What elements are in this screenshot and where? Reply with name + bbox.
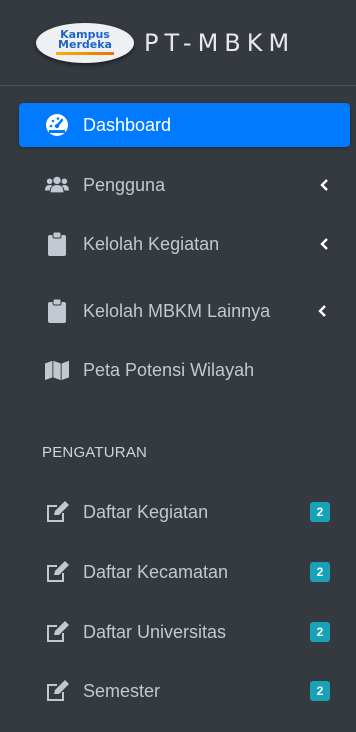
nav-item-pengguna[interactable]: Pengguna bbox=[19, 163, 350, 207]
nav-label-pengguna: Pengguna bbox=[83, 174, 166, 195]
nav-item-daftar-kegiatan[interactable]: Daftar Kegiatan 2 bbox=[19, 490, 350, 534]
edit-icon bbox=[45, 500, 69, 524]
nav-label-kelolah-mbkm: Kelolah MBKM Lainnya bbox=[83, 300, 271, 321]
count-badge: 2 bbox=[310, 622, 330, 642]
users-icon bbox=[45, 173, 69, 197]
nav-item-dashboard[interactable]: Dashboard bbox=[19, 103, 350, 147]
chevron-left-icon bbox=[318, 305, 326, 317]
count-badge: 2 bbox=[310, 562, 330, 582]
nav-item-daftar-universitas[interactable]: Daftar Universitas 2 bbox=[19, 610, 350, 654]
nav-item-peta-potensi[interactable]: Peta Potensi Wilayah bbox=[19, 348, 350, 392]
brand-link[interactable]: Kampus Merdeka PT-MBKM bbox=[0, 0, 356, 86]
count-badge: 2 bbox=[310, 502, 330, 522]
count-badge: 2 bbox=[310, 681, 330, 701]
edit-icon bbox=[45, 620, 69, 644]
sidebar: Kampus Merdeka PT-MBKM Dashboard Penggun… bbox=[0, 0, 356, 732]
nav-label-semester: Semester bbox=[83, 680, 161, 701]
clipboard-icon bbox=[45, 232, 69, 256]
edit-icon bbox=[45, 679, 69, 703]
chevron-left-icon bbox=[320, 179, 328, 191]
chevron-left-icon bbox=[320, 238, 328, 250]
nav-item-kelolah-mbkm[interactable]: Kelolah MBKM Lainnya bbox=[19, 289, 350, 333]
nav-label-dashboard: Dashboard bbox=[83, 114, 172, 135]
nav-label-daftar-universitas: Daftar Universitas bbox=[83, 621, 227, 642]
nav-label-kelolah-kegiatan: Kelolah Kegiatan bbox=[83, 233, 220, 254]
nav-item-daftar-kecamatan[interactable]: Daftar Kecamatan 2 bbox=[19, 550, 350, 594]
tachometer-icon bbox=[45, 113, 69, 137]
map-icon bbox=[45, 358, 69, 382]
logo-line2: Merdeka bbox=[58, 38, 112, 51]
nav-label-daftar-kecamatan: Daftar Kecamatan bbox=[83, 561, 229, 582]
nav-item-kelolah-kegiatan[interactable]: Kelolah Kegiatan bbox=[19, 222, 350, 266]
nav-label-daftar-kegiatan: Daftar Kegiatan bbox=[83, 501, 209, 522]
section-header-pengaturan: PENGATURAN bbox=[42, 444, 148, 461]
clipboard-icon bbox=[45, 299, 69, 323]
nav-item-semester[interactable]: Semester 2 bbox=[19, 669, 350, 713]
logo-underline bbox=[56, 52, 114, 55]
brand-title: PT-MBKM bbox=[144, 28, 296, 57]
nav-label-peta-potensi: Peta Potensi Wilayah bbox=[83, 359, 255, 380]
edit-icon bbox=[45, 560, 69, 584]
kampus-merdeka-logo: Kampus Merdeka bbox=[36, 22, 134, 63]
